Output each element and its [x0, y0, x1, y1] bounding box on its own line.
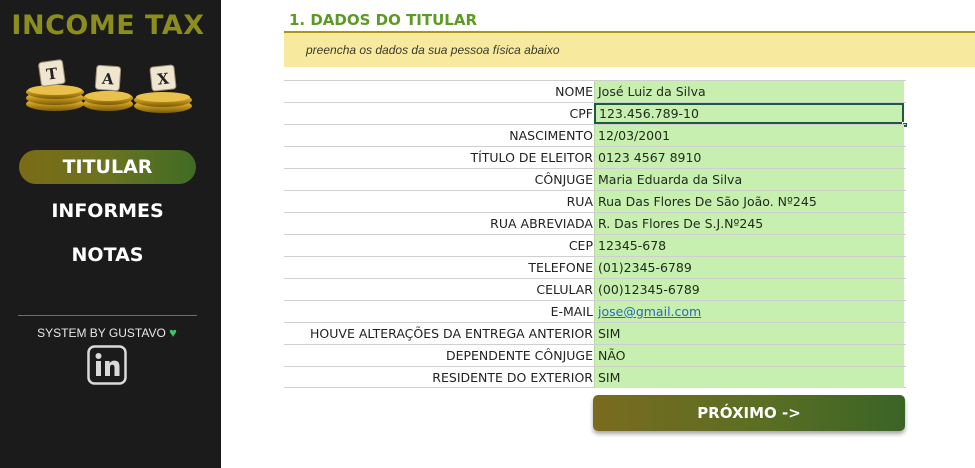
linkedin-icon[interactable] [87, 345, 127, 385]
hint-text: preencha os dados da sua pessoa física a… [306, 43, 560, 57]
form-row-cpf: CPF 123.456.789-10 [284, 102, 908, 128]
form-row-telefone: TELEFONE (01)2345-6789 [284, 256, 906, 278]
field-label: TELEFONE [528, 260, 593, 275]
form-row-residente-exterior: RESIDENTE DO EXTERIOR SIM [284, 366, 906, 388]
field-label: DEPENDENTE CÔNJUGE [445, 348, 593, 363]
email-field[interactable]: jose@gmail.com [594, 301, 904, 322]
conjuge-field[interactable]: Maria Eduarda da Silva [594, 169, 904, 190]
logo-letter-a: A [100, 70, 114, 89]
titulo-eleitor-field[interactable]: 0123 4567 8910 [594, 147, 904, 168]
form-row-email: E-MAIL jose@gmail.com [284, 300, 906, 322]
credit-text: SYSTEM BY GUSTAVO [37, 326, 166, 340]
nome-field[interactable]: José Luiz da Silva [594, 81, 904, 102]
residente-exterior-field[interactable]: SIM [594, 367, 904, 388]
field-label: E-MAIL [550, 304, 593, 319]
field-label: RUA [566, 194, 593, 209]
credit-line: SYSTEM BY GUSTAVO ♥ [0, 325, 214, 340]
form-row-nome: NOME José Luiz da Silva [284, 80, 906, 102]
nav-item-titular[interactable]: TITULAR [19, 150, 196, 184]
green-heart-icon: ♥ [169, 325, 177, 340]
rua-abreviada-field[interactable]: R. Das Flores De S.J.Nº245 [594, 213, 904, 234]
next-button[interactable]: PRÓXIMO -> [593, 395, 905, 431]
hint-bar: preencha os dados da sua pessoa física a… [284, 33, 975, 67]
field-label: CÔNJUGE [534, 172, 593, 187]
logo-letter-x: X [156, 69, 170, 88]
form-row-alteracoes: HOUVE ALTERAÇÕES DA ENTREGA ANTERIOR SIM [284, 322, 906, 344]
tax-coins-logo: T A X [26, 59, 192, 113]
form-row-cep: CEP 12345-678 [284, 234, 906, 256]
form-row-rua: RUA Rua Das Flores De São João. Nº245 [284, 190, 906, 212]
field-label: NOME [555, 84, 593, 99]
nav-item-notas[interactable]: NOTAS [19, 238, 196, 272]
celular-field[interactable]: (00)12345-6789 [594, 279, 904, 300]
field-label: CELULAR [536, 282, 593, 297]
cpf-field[interactable]: 123.456.789-10 [594, 103, 904, 124]
telefone-field[interactable]: (01)2345-6789 [594, 257, 904, 278]
cep-field[interactable]: 12345-678 [594, 235, 904, 256]
field-label: HOUVE ALTERAÇÕES DA ENTREGA ANTERIOR [310, 326, 593, 341]
form-row-conjuge: CÔNJUGE Maria Eduarda da Silva [284, 168, 906, 190]
form-row-rua-abreviada: RUA ABREVIADA R. Das Flores De S.J.Nº245 [284, 212, 906, 234]
field-label: TÍTULO DE ELEITOR [470, 150, 593, 165]
field-label: RUA ABREVIADA [490, 216, 593, 231]
field-label: RESIDENTE DO EXTERIOR [432, 370, 593, 385]
alteracoes-field[interactable]: SIM [594, 323, 904, 344]
nascimento-field[interactable]: 12/03/2001 [594, 125, 904, 146]
form-row-titulo-eleitor: TÍTULO DE ELEITOR 0123 4567 8910 [284, 146, 906, 168]
nav-item-informes[interactable]: INFORMES [19, 194, 196, 228]
rua-field[interactable]: Rua Das Flores De São João. Nº245 [594, 191, 904, 212]
field-label: CEP [568, 238, 593, 253]
form-row-dependente-conjuge: DEPENDENTE CÔNJUGE NÃO [284, 344, 906, 366]
field-label: CPF [569, 106, 593, 121]
form-row-nascimento: NASCIMENTO 12/03/2001 [284, 124, 906, 146]
titular-form: NOME José Luiz da Silva CPF 123.456.789-… [284, 80, 908, 388]
section-title: 1. DADOS DO TITULAR [289, 11, 478, 29]
sidebar-divider [18, 315, 197, 316]
form-row-celular: CELULAR (00)12345-6789 [284, 278, 906, 300]
brand-title: INCOME TAX [11, 10, 205, 41]
sidebar: INCOME TAX T A X TITULAR INFORMES NOTAS … [0, 0, 221, 468]
dependente-conjuge-field[interactable]: NÃO [594, 345, 904, 366]
field-label: NASCIMENTO [509, 128, 593, 143]
